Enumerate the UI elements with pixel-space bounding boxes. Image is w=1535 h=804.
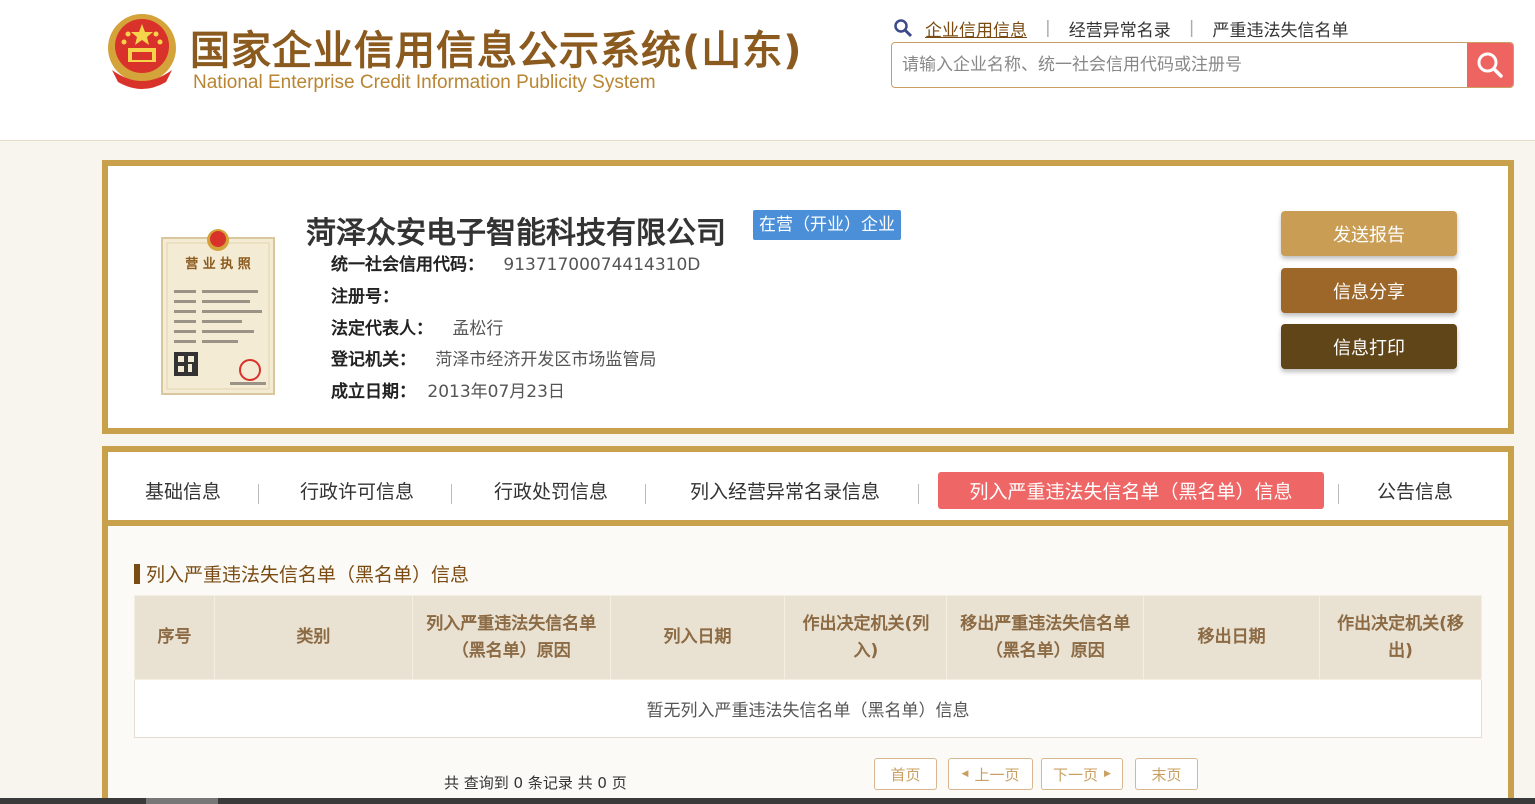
search-icon — [1477, 52, 1503, 78]
tab-separator — [451, 484, 452, 504]
establishment-date-row: 成立日期： 2013年07月23日 — [331, 377, 565, 402]
first-page-button[interactable]: 首页 — [874, 758, 937, 790]
search-icon — [894, 19, 913, 38]
nav-link-abnormal-list[interactable]: 经营异常名录 — [1069, 16, 1171, 41]
registration-authority-value: 菏泽市经济开发区市场监管局 — [435, 350, 657, 370]
tab-separator — [645, 484, 646, 504]
national-emblem-icon — [108, 14, 176, 89]
blacklist-table: 序号 类别 列入严重违法失信名单（黑名单）原因 列入日期 作出决定机关(列入) … — [134, 595, 1482, 738]
top-nav: 企业信用信息 | 经营异常名录 | 严重违法失信名单 — [893, 16, 1348, 41]
column-header-removal-authority: 作出决定机关(移出) — [1319, 595, 1482, 680]
search-button[interactable] — [1467, 43, 1513, 87]
record-count: 共 查询到 0 条记录 共 0 页 — [444, 774, 627, 792]
tab-bar: 基础信息 行政许可信息 行政处罚信息 列入经营异常名录信息 列入严重违法失信名单… — [108, 452, 1508, 526]
column-header-listing-authority: 作出决定机关(列入) — [784, 595, 948, 680]
establishment-date-label: 成立日期： — [331, 382, 416, 402]
search-input[interactable] — [892, 43, 1468, 87]
nav-separator: | — [1045, 18, 1051, 38]
tab-admin-license[interactable]: 行政许可信息 — [292, 472, 422, 509]
nav-link-credit-info[interactable]: 企业信用信息 — [925, 16, 1027, 41]
license-title: 营 业 执 照 — [185, 256, 251, 272]
column-header-listing-date: 列入日期 — [609, 595, 786, 680]
last-page-button[interactable]: 末页 — [1135, 758, 1198, 790]
next-page-label: 下一页 — [1053, 765, 1099, 784]
print-info-button[interactable]: 信息打印 — [1281, 324, 1457, 369]
registration-authority-label: 登记机关： — [331, 350, 416, 370]
site-subtitle: National Enterprise Credit Information P… — [193, 72, 656, 93]
bottom-strip-segment — [146, 798, 218, 804]
registration-number-label: 注册号： — [331, 287, 399, 307]
nav-separator: | — [1188, 18, 1195, 38]
tab-separator — [258, 484, 259, 504]
share-info-button[interactable]: 信息分享 — [1281, 268, 1457, 313]
tab-announcements[interactable]: 公告信息 — [1370, 472, 1460, 509]
detail-panel: 基础信息 行政许可信息 行政处罚信息 列入经营异常名录信息 列入严重违法失信名单… — [102, 446, 1514, 804]
column-header-removal-date: 移出日期 — [1143, 595, 1321, 680]
nav-link-blacklist[interactable]: 严重违法失信名单 — [1212, 16, 1348, 41]
bottom-strip — [0, 798, 1535, 804]
tab-blacklist[interactable]: 列入严重违法失信名单（黑名单）信息 — [938, 472, 1324, 509]
tab-abnormal-list[interactable]: 列入经营异常名录信息 — [680, 472, 890, 509]
credit-code-label: 统一社会信用代码： — [331, 255, 484, 275]
company-card: 营 业 执 照 菏泽众安电子智能科技有限公司 在营（开业）企业 统一社会信用代码… — [102, 160, 1514, 434]
site-header: 国家企业信用信息公示系统(山东) National Enterprise Cre… — [0, 0, 1535, 141]
tab-basic-info[interactable]: 基础信息 — [138, 472, 228, 509]
legal-representative-row: 法定代表人： 孟松行 — [331, 314, 503, 339]
credit-code-value: 91371700074414310D — [503, 255, 701, 275]
column-header-category: 类别 — [213, 595, 413, 680]
status-badge: 在营（开业）企业 — [753, 210, 901, 240]
next-page-button[interactable]: 下一页 ▶ — [1041, 758, 1123, 790]
column-header-removal-reason: 移出严重违法失信名单（黑名单）原因 — [946, 595, 1145, 680]
search-box — [891, 42, 1514, 88]
registration-authority-row: 登记机关： 菏泽市经济开发区市场监管局 — [331, 345, 656, 370]
table-row: 暂无列入严重违法失信名单（黑名单）信息 — [134, 679, 1482, 738]
section-title-text: 列入严重违法失信名单（黑名单）信息 — [146, 564, 470, 586]
company-name: 菏泽众安电子智能科技有限公司 — [306, 216, 726, 251]
tab-admin-penalty[interactable]: 行政处罚信息 — [486, 472, 616, 509]
section-marker — [134, 563, 140, 584]
establishment-date-value: 2013年07月23日 — [427, 382, 565, 402]
table-header-row: 序号 类别 列入严重违法失信名单（黑名单）原因 列入日期 作出决定机关(列入) … — [134, 595, 1482, 680]
column-header-listing-reason: 列入严重违法失信名单（黑名单）原因 — [411, 595, 611, 680]
tab-separator — [1338, 484, 1339, 504]
legal-representative-value: 孟松行 — [452, 319, 504, 339]
business-license-image: 营 业 执 照 — [161, 229, 275, 395]
empty-message: 暂无列入严重违法失信名单（黑名单）信息 — [134, 679, 1482, 738]
prev-page-label: 上一页 — [974, 765, 1020, 784]
tab-separator — [918, 484, 919, 504]
credit-code-row: 统一社会信用代码： 91371700074414310D — [331, 250, 700, 275]
chevron-left-icon: ◀ — [961, 769, 969, 779]
prev-page-button[interactable]: ◀ 上一页 — [948, 758, 1033, 790]
column-header-index: 序号 — [134, 595, 215, 680]
chevron-right-icon: ▶ — [1104, 769, 1111, 779]
site-title: 国家企业信用信息公示系统(山东) — [190, 28, 803, 74]
send-report-button[interactable]: 发送报告 — [1281, 211, 1457, 256]
registration-number-row: 注册号： — [331, 282, 399, 307]
section-title: 列入严重违法失信名单（黑名单）信息 — [134, 560, 469, 587]
legal-representative-label: 法定代表人： — [331, 319, 433, 339]
